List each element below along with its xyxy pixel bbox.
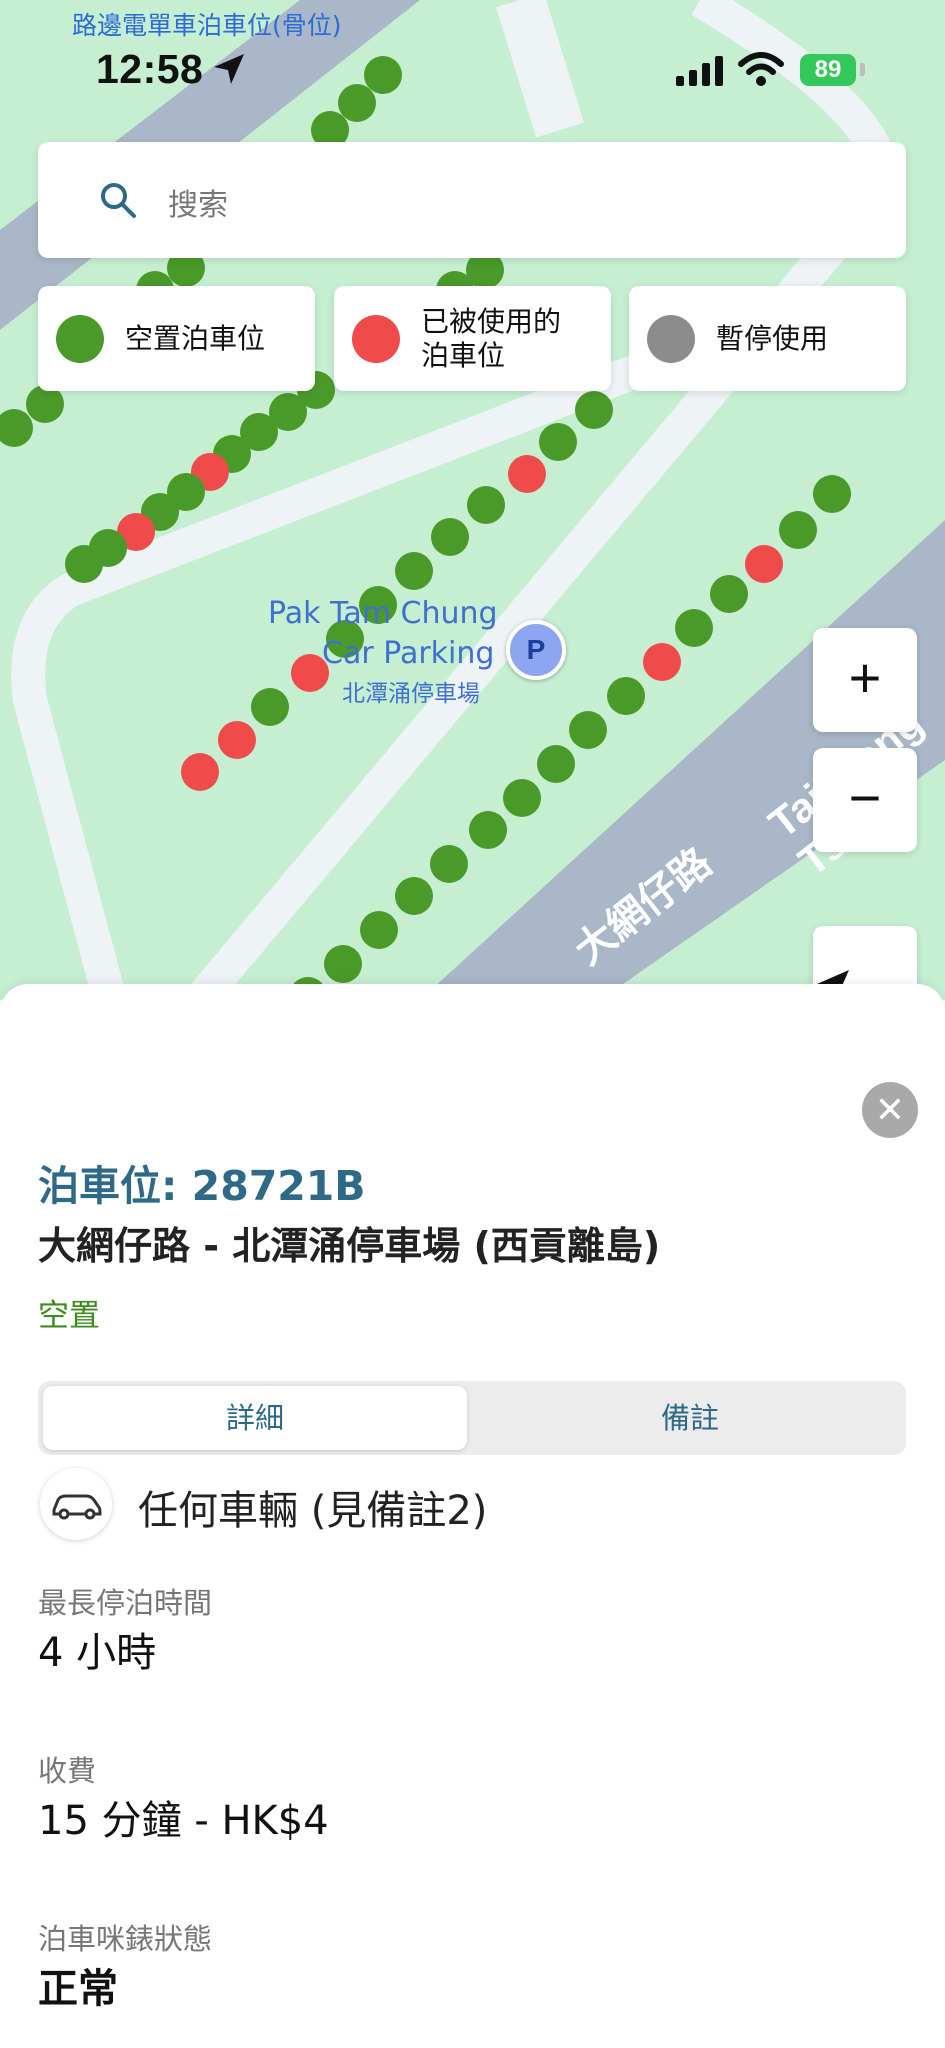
- legend-dot-grey: [647, 315, 695, 363]
- battery-nub: [860, 63, 865, 76]
- parking-dot-available[interactable]: [251, 688, 289, 726]
- status-time: 12:58: [96, 46, 204, 92]
- map-label-place-en-1: Pak Tam Chung: [268, 596, 498, 631]
- parking-dot-available[interactable]: [503, 779, 541, 817]
- parking-dot-available[interactable]: [360, 911, 398, 949]
- parking-pin[interactable]: P: [506, 620, 566, 680]
- legend-available[interactable]: 空置泊車位: [38, 286, 315, 391]
- parking-dot-available[interactable]: [469, 811, 507, 849]
- vehicle-icon-wrap: [40, 1468, 112, 1540]
- spot-title: 泊車位: 28721B: [38, 1162, 366, 1210]
- search-input[interactable]: 搜索: [168, 180, 228, 224]
- parking-dot-occupied[interactable]: [643, 643, 681, 681]
- vehicle-type: 任何車輛 (見備註2): [138, 1488, 488, 1534]
- segmented-control: 詳細 備註: [38, 1381, 906, 1455]
- map-label-place-zh: 北潭涌停車場: [342, 681, 480, 707]
- wifi-icon: [738, 52, 784, 86]
- status-bar: 12:58 89: [0, 0, 945, 140]
- car-icon: [52, 1494, 102, 1520]
- parking-dot-available[interactable]: [430, 845, 468, 883]
- parking-dot-available[interactable]: [537, 745, 575, 783]
- search-bar[interactable]: 搜索: [38, 142, 906, 258]
- parking-dot-occupied[interactable]: [745, 545, 783, 583]
- parking-dot-available[interactable]: [710, 575, 748, 613]
- parking-dot-available[interactable]: [539, 423, 577, 461]
- battery-indicator: 89: [800, 54, 856, 86]
- legend-label-available: 空置泊車位: [125, 321, 266, 355]
- parking-dot-available[interactable]: [467, 486, 505, 524]
- legend-dot-green: [56, 315, 104, 363]
- legend-label-suspended: 暫停使用: [716, 321, 829, 355]
- parking-dot-available[interactable]: [395, 877, 433, 915]
- legend-label-occupied: 已被使用的泊車位: [421, 304, 562, 372]
- legend-suspended[interactable]: 暫停使用: [629, 286, 906, 391]
- tab-details[interactable]: 詳細: [43, 1386, 467, 1450]
- location-services-icon: [214, 54, 244, 84]
- parking-dot-available[interactable]: [395, 552, 433, 590]
- map-label-place-en-2: Car Parking: [322, 636, 495, 671]
- parking-dot-occupied[interactable]: [218, 721, 256, 759]
- spot-status: 空置: [38, 1298, 100, 1334]
- zoom-in-button[interactable]: +: [813, 628, 917, 732]
- parking-dot-available[interactable]: [324, 945, 362, 983]
- parking-dot-available[interactable]: [65, 545, 103, 583]
- tab-notes[interactable]: 備註: [478, 1386, 902, 1450]
- parking-dot-available[interactable]: [575, 391, 613, 429]
- field-label-meter-status: 泊車咪錶狀態: [38, 1922, 213, 1956]
- field-value-max-time: 4 小時: [38, 1630, 157, 1676]
- field-label-max-time: 最長停泊時間: [38, 1586, 213, 1620]
- field-label-fee: 收費: [38, 1754, 97, 1788]
- search-icon: [101, 183, 136, 218]
- legend-occupied[interactable]: 已被使用的泊車位: [334, 286, 611, 391]
- field-value-meter-status: 正常: [38, 1966, 118, 2012]
- close-button[interactable]: ✕: [862, 1082, 918, 1138]
- zoom-out-button[interactable]: −: [813, 748, 917, 852]
- parking-dot-available[interactable]: [813, 475, 851, 513]
- cellular-signal-icon: [676, 56, 723, 86]
- legend-dot-red: [352, 315, 400, 363]
- parking-dot-available[interactable]: [0, 409, 33, 447]
- parking-dot-available[interactable]: [675, 609, 713, 647]
- parking-dot-occupied[interactable]: [508, 455, 546, 493]
- parking-dot-available[interactable]: [431, 518, 469, 556]
- parking-dot-available[interactable]: [569, 711, 607, 749]
- parking-dot-occupied[interactable]: [181, 753, 219, 791]
- close-icon: ✕: [874, 1089, 906, 1130]
- parking-dot-available[interactable]: [607, 677, 645, 715]
- parking-dot-available[interactable]: [779, 511, 817, 549]
- spot-name: 大網仔路 - 北潭涌停車場 (西貢離島): [38, 1224, 661, 1268]
- field-value-fee: 15 分鐘 - HK$4: [38, 1798, 329, 1844]
